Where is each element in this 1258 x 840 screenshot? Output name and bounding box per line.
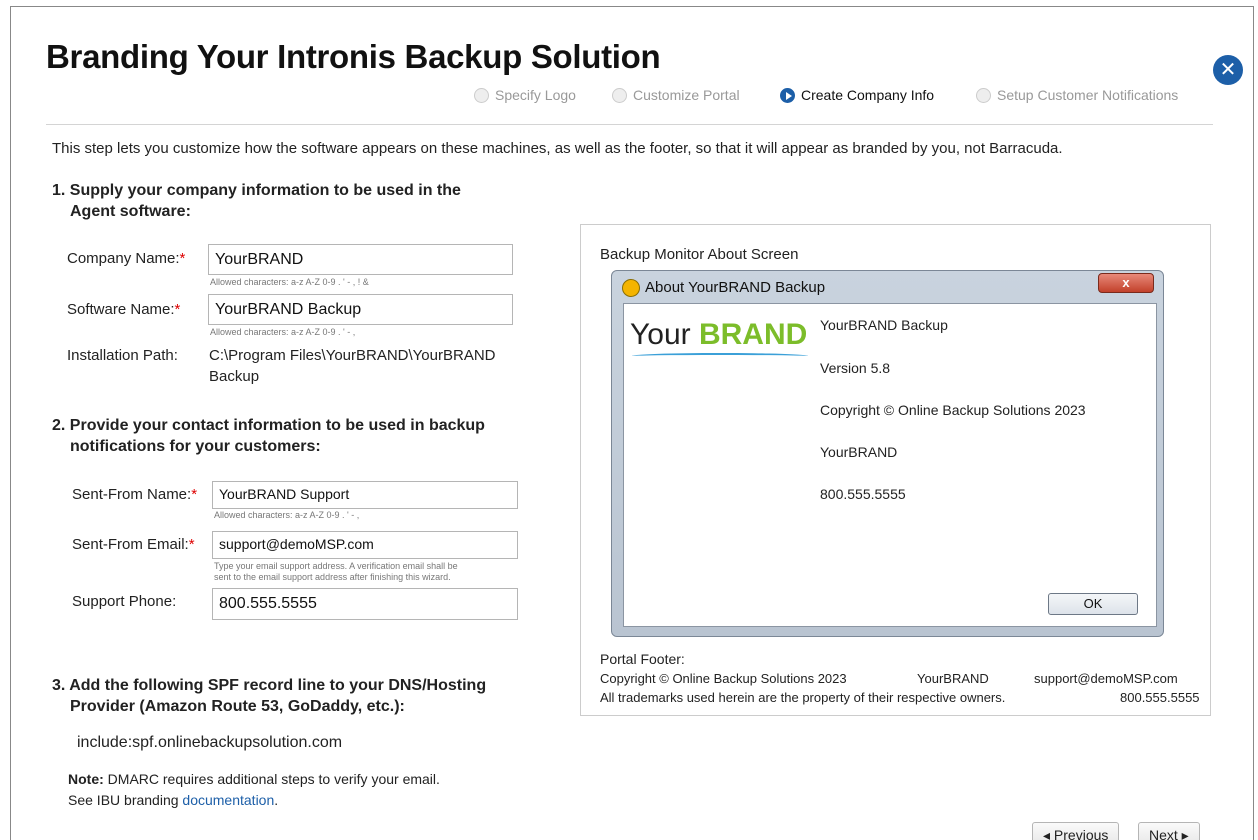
header-divider [46,124,1213,125]
portal-footer-label: Portal Footer: [600,651,685,667]
footer-email: support@demoMSP.com [1034,671,1178,686]
support-phone-label: Support Phone: [72,593,177,610]
ok-button[interactable]: OK [1048,593,1138,615]
previous-button[interactable]: ◂ Previous [1032,822,1120,840]
sent-from-email-label: Sent-From Email:* [72,536,195,553]
page-title: Branding Your Intronis Backup Solution [46,38,661,75]
step-setup-customer-notifications[interactable]: Setup Customer Notifications [976,87,1178,103]
company-name-field[interactable]: YourBRAND [208,244,513,275]
footer-trademark: All trademarks used herein are the prope… [600,690,1006,705]
software-name-label: Software Name:* [67,301,181,318]
software-name-hint: Allowed characters: a-z A-Z 0-9 . ' - , [210,327,356,337]
app-shield-icon [622,279,640,297]
step-specify-logo[interactable]: Specify Logo [474,87,576,103]
company-name-label: Company Name:* [67,250,186,267]
step-active-arrow-icon [780,87,795,103]
section2-heading: 2. Provide your contact information to b… [52,417,485,455]
about-product-name: YourBRAND Backup [820,317,948,333]
about-dialog-title: About YourBRAND Backup [645,279,826,296]
dmarc-note: Note: DMARC requires additional steps to… [68,771,440,808]
sent-from-email-hint: Type your email support address. A verif… [214,561,458,582]
footer-phone: 800.555.5555 [1120,690,1200,705]
sent-from-name-hint: Allowed characters: a-z A-Z 0-9 . ' - , [214,510,360,520]
sent-from-email-field[interactable]: support@demoMSP.com [212,531,518,559]
logo-swoosh [632,353,808,359]
intro-text: This step lets you customize how the sof… [52,140,1063,157]
step-label: Specify Logo [495,87,576,103]
about-phone: 800.555.5555 [820,486,906,502]
preview-label: Backup Monitor About Screen [600,246,799,263]
installation-path-label: Installation Path: [67,347,178,364]
support-phone-field[interactable]: 800.555.5555 [212,588,518,620]
footer-copyright: Copyright © Online Backup Solutions 2023 [600,671,847,686]
next-button[interactable]: Next ▸ [1138,822,1200,840]
step-create-company-info[interactable]: Create Company Info [780,87,934,103]
sent-from-name-label: Sent-From Name:* [72,486,198,503]
step-indicator-icon [976,87,991,103]
brand-logo: Your BRAND [630,318,808,351]
footer-brand: YourBRAND [917,671,989,686]
about-company: YourBRAND [820,444,898,460]
software-name-field[interactable]: YourBRAND Backup [208,294,513,325]
section3-heading: 3. Add the following SPF record line to … [52,677,487,715]
spf-record: include:spf.onlinebackupsolution.com [77,734,343,751]
step-label: Create Company Info [801,87,935,103]
sent-from-name-field[interactable]: YourBRAND Support [212,481,518,509]
step-label: Setup Customer Notifications [997,87,1179,103]
company-name-hint: Allowed characters: a-z A-Z 0-9 . ' - , … [210,277,369,287]
section1-heading: 1. Supply your company information to be… [52,182,461,220]
documentation-link[interactable]: documentation [182,792,274,808]
step-indicator-icon [612,87,627,103]
step-indicator-icon [474,87,489,103]
close-icon[interactable]: x [1098,273,1154,293]
about-copyright: Copyright © Online Backup Solutions 2023 [820,402,1086,418]
step-customize-portal[interactable]: Customize Portal [612,87,740,103]
about-version: Version 5.8 [820,360,891,376]
installation-path-value: C:\Program Files\YourBRAND\YourBRAND Bac… [209,347,496,385]
close-icon[interactable]: ✕ [1213,55,1243,85]
step-label: Customize Portal [633,87,740,103]
